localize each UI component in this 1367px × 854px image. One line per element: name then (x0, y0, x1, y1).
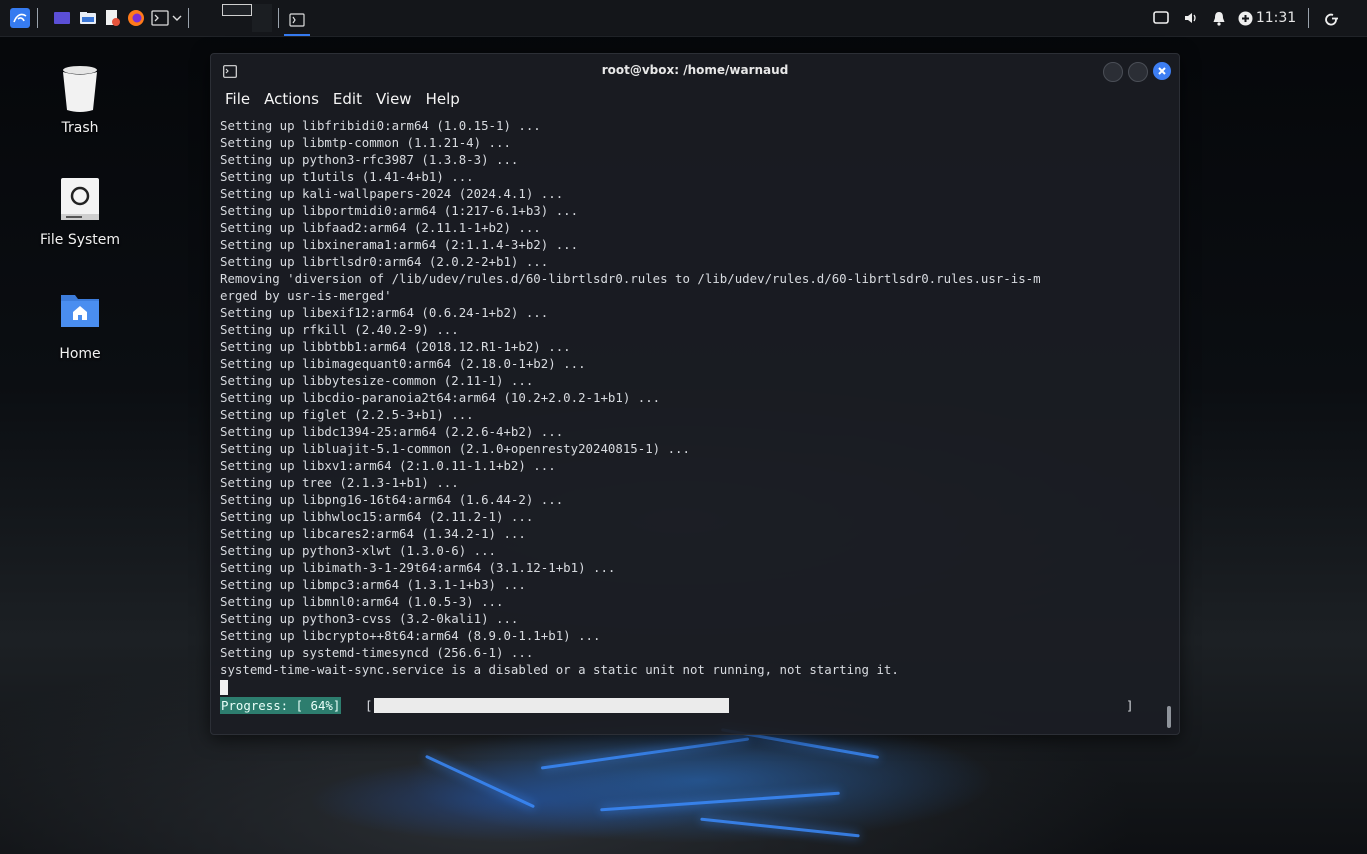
terminal-line: Setting up libportmidi0:arm64 (1:217-6.1… (220, 203, 579, 218)
menu-file[interactable]: File (211, 86, 257, 112)
terminal-line: Setting up libxinerama1:arm64 (2:1.1.4-3… (220, 237, 579, 252)
desktop-icon-file-system[interactable]: File System (20, 176, 140, 248)
taskbar-terminal-task[interactable] (284, 6, 310, 36)
wallpaper-light-streak (540, 737, 750, 770)
progress-open-bracket: [ (365, 698, 373, 713)
desktop-icon-trash[interactable]: Trash (20, 64, 140, 136)
terminal-icon (289, 13, 305, 27)
terminal-line: Setting up python3-xlwt (1.3.0-6) ... (220, 543, 497, 558)
terminal-line: Setting up libpng16-16t64:arm64 (1.6.44-… (220, 492, 564, 507)
terminal-window[interactable]: root@vbox: /home/warnaud File Actions Ed… (210, 53, 1180, 735)
terminal-line: Setting up tree (2.1.3-1+b1) ... (220, 475, 459, 490)
terminal-line: Setting up libmpc3:arm64 (1.3.1-1+b3) ..… (220, 577, 526, 592)
trash-icon (58, 64, 102, 112)
progress-bar (374, 698, 1124, 713)
menu-actions[interactable]: Actions (257, 86, 326, 112)
terminal-line: Setting up libcrypto++8t64:arm64 (8.9.0-… (220, 628, 601, 643)
terminal-line: Setting up python3-cvss (3.2-0kali1) ... (220, 611, 519, 626)
workspace-2-button[interactable] (252, 4, 272, 32)
panel-clock[interactable]: 11:31 (1256, 9, 1296, 27)
wallpaper-light-streak (424, 754, 536, 809)
show-desktop-icon[interactable] (52, 8, 72, 28)
terminal-line: Setting up python3-rfc3987 (1.3.8-3) ... (220, 152, 519, 167)
terminal-line: Setting up libluajit-5.1-common (2.1.0+o… (220, 441, 690, 456)
terminal-line: Setting up libimagequant0:arm64 (2.18.0-… (220, 356, 586, 371)
menu-edit[interactable]: Edit (326, 86, 369, 112)
terminal-line: Setting up libmtp-common (1.1.21-4) ... (220, 135, 511, 150)
terminal-line: Setting up libhwloc15:arm64 (2.11.2-1) .… (220, 509, 534, 524)
menu-view[interactable]: View (369, 86, 419, 112)
firefox-icon[interactable] (126, 8, 146, 28)
notification-bell-icon[interactable] (1210, 9, 1228, 27)
update-icon[interactable] (1236, 9, 1254, 27)
volume-icon[interactable] (1182, 9, 1200, 27)
panel-separator (1308, 8, 1309, 28)
terminal-dropdown-icon[interactable] (170, 8, 184, 28)
progress-close-bracket: ] (1126, 698, 1134, 713)
drive-icon (58, 176, 102, 224)
progress-bar-fill (374, 698, 730, 713)
terminal-line: Setting up libcdio-paranoia2t64:arm64 (1… (220, 390, 661, 405)
terminal-line: Setting up kali-wallpapers-2024 (2024.4.… (220, 186, 564, 201)
terminal-line: Setting up t1utils (1.41-4+b1) ... (220, 169, 474, 184)
progress-label: Progress: [ 64%] (220, 697, 342, 714)
panel-separator (278, 8, 279, 28)
wallpaper-light-streak (700, 817, 860, 838)
terminal-line: Setting up librtlsdr0:arm64 (2.0.2-2+b1)… (220, 254, 549, 269)
display-icon[interactable] (1152, 9, 1170, 27)
terminal-line: Setting up figlet (2.2.5-3+b1) ... (220, 407, 474, 422)
menu-help[interactable]: Help (419, 86, 467, 112)
terminal-line: Setting up rfkill (2.40.2-9) ... (220, 322, 459, 337)
top-panel: 11:31 (0, 0, 1367, 37)
minimize-button[interactable] (1103, 62, 1123, 82)
terminal-line: Setting up libfaad2:arm64 (2.11.1-1+b2) … (220, 220, 541, 235)
close-button[interactable] (1153, 62, 1171, 80)
terminal-line: Setting up libimath-3-1-29t64:arm64 (3.1… (220, 560, 616, 575)
terminal-menubar: File Actions Edit View Help (211, 86, 467, 112)
terminal-line: Setting up libcares2:arm64 (1.34.2-1) ..… (220, 526, 526, 541)
close-icon (1158, 67, 1166, 75)
terminal-line: Setting up libexif12:arm64 (0.6.24-1+b2)… (220, 305, 549, 320)
terminal-line: Setting up libdc1394-25:arm64 (2.2.6-4+b… (220, 424, 564, 439)
terminal-line: Setting up systemd-timesyncd (256.6-1) .… (220, 645, 534, 660)
wallpaper-light-streak (600, 791, 840, 812)
panel-separator (37, 8, 38, 28)
window-title: root@vbox: /home/warnaud (601, 63, 789, 77)
panel-separator (188, 8, 189, 28)
terminal-scrollbar[interactable] (1167, 706, 1171, 728)
terminal-output[interactable]: Setting up libfribidi0:arm64 (1.0.15-1) … (220, 117, 1160, 678)
terminal-line: systemd-time-wait-sync.service is a disa… (220, 662, 899, 677)
home-folder-icon (58, 290, 102, 338)
power-icon[interactable] (1322, 9, 1340, 27)
kali-menu-icon[interactable] (10, 8, 30, 28)
terminal-line: Removing 'diversion of /lib/udev/rules.d… (220, 271, 1041, 286)
terminal-line: Setting up libbytesize-common (2.11-1) .… (220, 373, 534, 388)
workspace-1-button[interactable] (222, 4, 252, 16)
terminal-line: Setting up libxv1:arm64 (2:1.0.11-1.1+b2… (220, 458, 556, 473)
terminal-cursor (220, 680, 228, 695)
text-editor-icon[interactable] (102, 8, 122, 28)
file-manager-icon[interactable] (78, 8, 98, 28)
maximize-button[interactable] (1128, 62, 1148, 82)
desktop-icon-home[interactable]: Home (20, 290, 140, 362)
terminal-titlebar[interactable]: root@vbox: /home/warnaud (211, 54, 1179, 86)
terminal-line: Setting up libfribidi0:arm64 (1.0.15-1) … (220, 118, 541, 133)
desktop-icon-label: File System (39, 232, 121, 248)
desktop-icon-label: Trash (61, 120, 99, 136)
desktop-icon-label: Home (59, 346, 101, 362)
terminal-icon[interactable] (150, 8, 170, 28)
terminal-line: Setting up libbtbb1:arm64 (2018.12.R1-1+… (220, 339, 571, 354)
terminal-line: erged by usr-is-merged' (220, 288, 392, 303)
terminal-line: Setting up libmnl0:arm64 (1.0.5-3) ... (220, 594, 504, 609)
